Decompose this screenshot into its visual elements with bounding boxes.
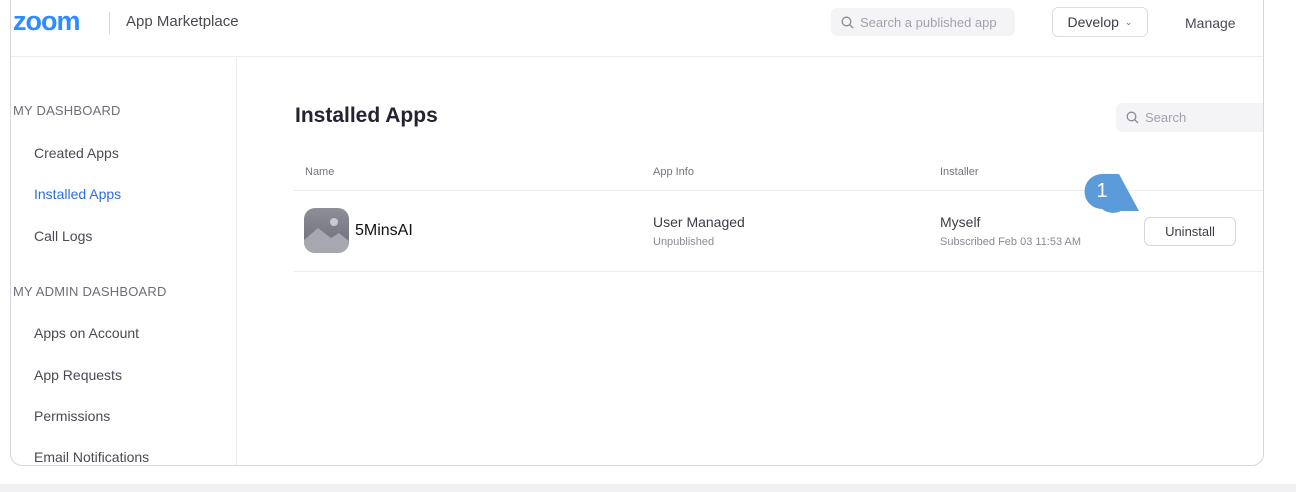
installer-name: Myself (940, 214, 981, 230)
global-search-placeholder: Search a published app (860, 14, 997, 30)
app-info-status: Unpublished (653, 236, 715, 248)
sidebar-heading-my-dashboard: MY DASHBOARD (13, 103, 121, 118)
sidebar-item-apps-on-account[interactable]: Apps on Account (34, 325, 139, 341)
sidebar: MY DASHBOARD Created Apps Installed Apps… (11, 57, 237, 465)
sidebar-item-created-apps[interactable]: Created Apps (34, 145, 119, 161)
app-window: zoom App Marketplace Search a published … (10, 0, 1264, 466)
sidebar-item-email-notifications[interactable]: Email Notifications (34, 449, 149, 465)
app-marketplace-title[interactable]: App Marketplace (126, 13, 239, 30)
sidebar-heading-my-admin-dashboard: MY ADMIN DASHBOARD (13, 284, 167, 299)
app-image-icon (304, 208, 349, 253)
step-number: 1 (1096, 179, 1108, 202)
uninstall-button[interactable]: Uninstall (1144, 217, 1236, 246)
global-search-input[interactable]: Search a published app (831, 8, 1015, 36)
page-bottom-strip (0, 484, 1296, 492)
sidebar-item-call-logs[interactable]: Call Logs (34, 228, 92, 244)
search-icon (1126, 111, 1139, 124)
table-row-divider (294, 271, 1263, 272)
top-header: zoom App Marketplace Search a published … (11, 0, 1263, 57)
header-divider (109, 12, 110, 34)
app-name[interactable]: 5MinsAI (355, 222, 413, 240)
sidebar-item-permissions[interactable]: Permissions (34, 408, 110, 424)
chevron-down-icon: ⌄ (1124, 16, 1133, 27)
installed-apps-search-input[interactable]: Search (1116, 103, 1263, 132)
sidebar-item-app-requests[interactable]: App Requests (34, 367, 122, 383)
app-info-type: User Managed (653, 214, 745, 230)
manage-link[interactable]: Manage (1185, 15, 1236, 31)
column-header-name: Name (305, 166, 335, 178)
develop-dropdown-button[interactable]: Develop ⌄ (1052, 7, 1148, 37)
search-icon (841, 16, 854, 28)
sidebar-item-installed-apps[interactable]: Installed Apps (34, 186, 121, 202)
develop-label: Develop (1067, 14, 1119, 30)
zoom-logo[interactable]: zoom (13, 6, 80, 36)
installer-subscribed-date: Subscribed Feb 03 11:53 AM (940, 236, 1082, 248)
column-header-app-info: App Info (653, 166, 694, 178)
page-title: Installed Apps (295, 104, 438, 127)
column-header-installer: Installer (940, 166, 979, 178)
installed-apps-search-placeholder: Search (1145, 110, 1187, 125)
